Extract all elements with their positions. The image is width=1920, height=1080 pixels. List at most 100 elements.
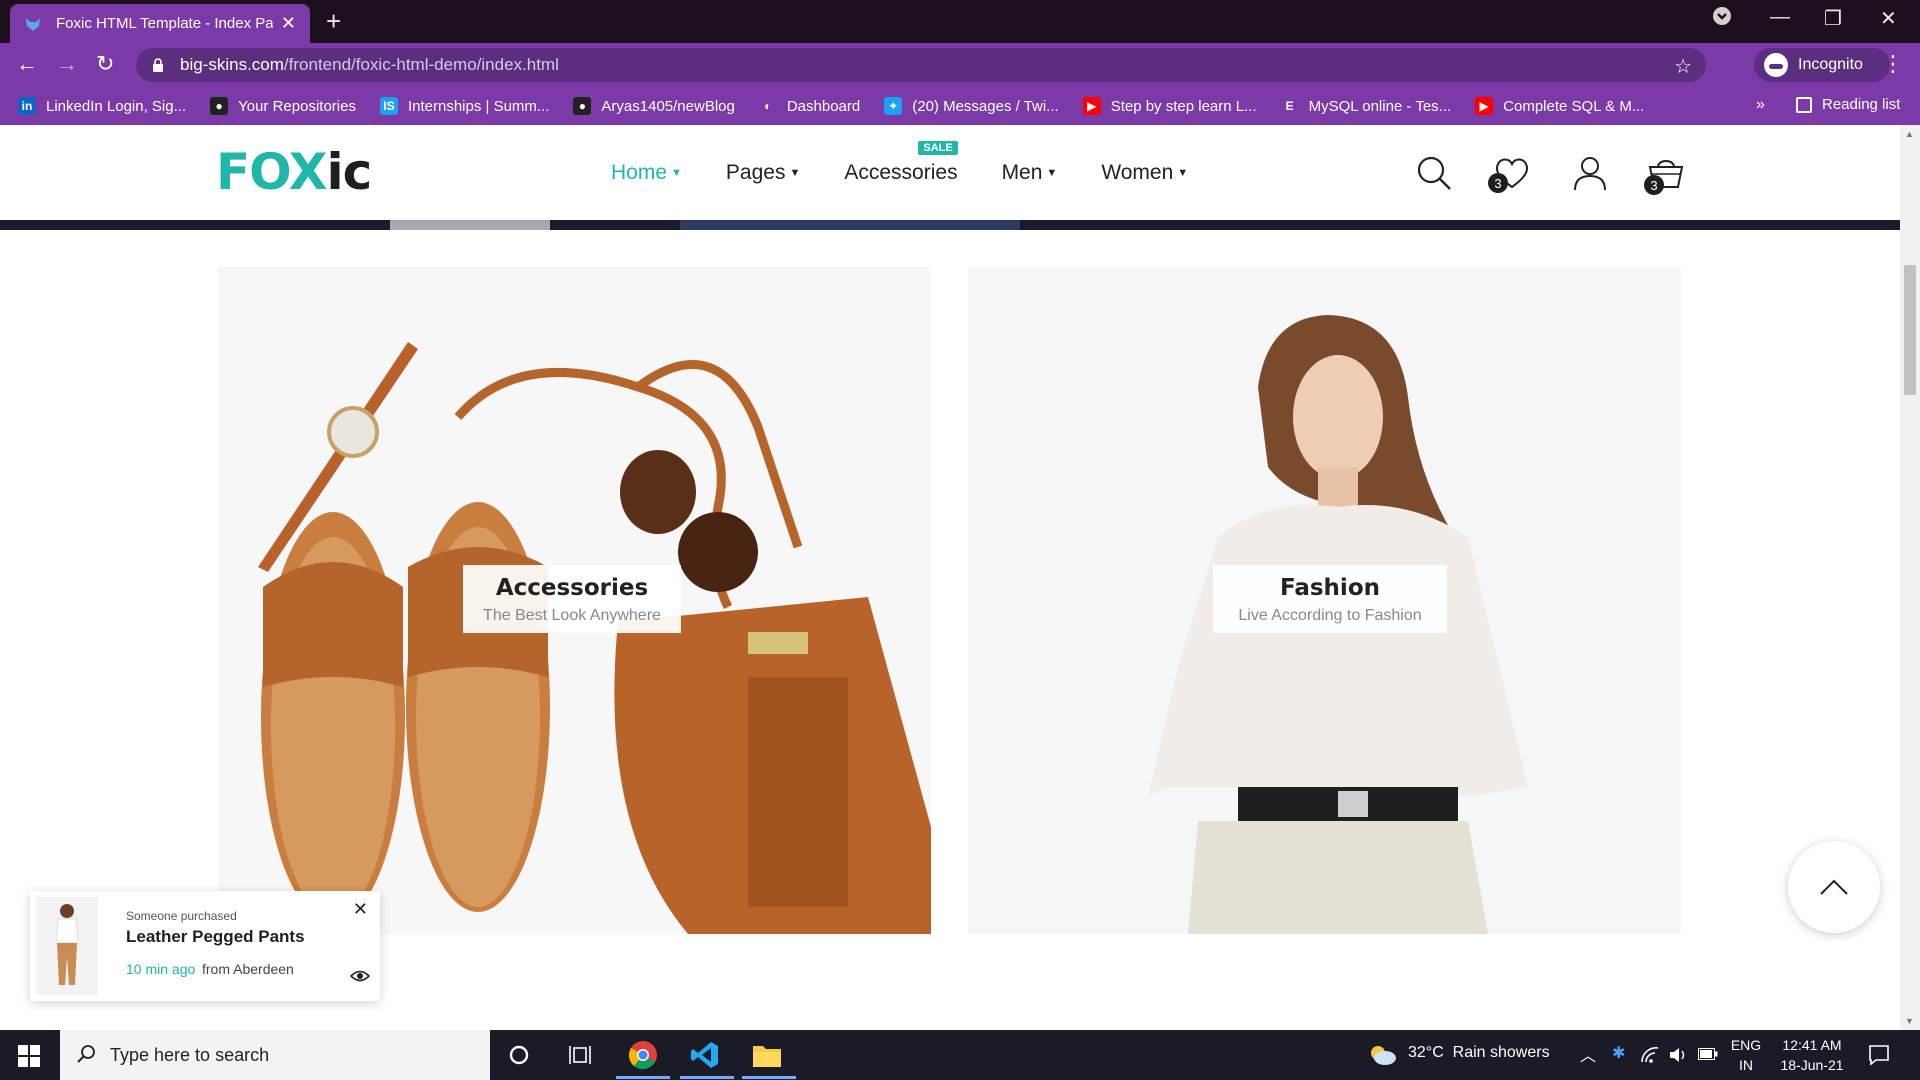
purchased-product-name[interactable]: Leather Pegged Pants — [126, 927, 305, 947]
purchase-notification[interactable]: Someone purchased Leather Pegged Pants 1… — [30, 891, 380, 1001]
github-icon: ● — [210, 97, 229, 115]
globe-icon: ◐ — [764, 99, 772, 113]
page-scrollbar[interactable]: ▲ ▼ — [1900, 125, 1920, 1030]
menu-item-pages[interactable]: Pages ▼ — [726, 161, 800, 185]
eye-icon[interactable] — [350, 969, 370, 983]
bookmark-label: Aryas1405/newBlog — [601, 97, 735, 115]
tray-overflow-icon[interactable]: ︿ — [1580, 1042, 1596, 1066]
bookmarks-overflow-icon[interactable]: » — [1756, 96, 1765, 114]
menu-item-home[interactable]: Home ▼ — [611, 161, 682, 185]
minimize-icon[interactable]: — — [1770, 6, 1790, 29]
chevron-up-icon — [1820, 879, 1848, 895]
site-header: FOXic Home ▼ Pages ▼ SALE Accessories Men ▼… — [0, 125, 1900, 220]
incognito-icon — [1764, 53, 1788, 77]
bookmark-item[interactable]: ▶ Step by step learn L... — [1082, 97, 1257, 115]
bookmark-item[interactable]: E MySQL online - Tes... — [1281, 97, 1452, 115]
bookmark-star-icon[interactable]: ☆ — [1674, 54, 1692, 79]
scroll-down-arrow-icon[interactable]: ▼ — [1905, 1016, 1914, 1026]
category-title: Accessories — [495, 575, 649, 601]
tab-title: Foxic HTML Template - Index Pag — [56, 15, 273, 32]
logo-part-ic: ic — [326, 143, 372, 201]
menu-item-men[interactable]: Men ▼ — [1002, 161, 1058, 185]
bookmark-item[interactable]: ● Aryas1405/newBlog — [573, 97, 735, 115]
site-logo[interactable]: FOXic — [216, 143, 372, 201]
logo-part-fox: FOX — [216, 143, 327, 201]
menu-item-women[interactable]: Women ▼ — [1101, 161, 1188, 185]
sale-badge: SALE — [918, 141, 958, 155]
category-subtitle: Live According to Fashion — [1238, 607, 1422, 624]
clock-date: 18-Jun-21 — [1780, 1057, 1844, 1073]
windows-start-icon[interactable] — [18, 1045, 40, 1067]
bookmark-item[interactable]: ◐ Dashboard — [759, 97, 860, 115]
reading-list-button[interactable]: Reading list — [1796, 96, 1900, 113]
clock-time: 12:41 AM — [1782, 1037, 1842, 1053]
wifi-icon[interactable] — [1640, 1046, 1660, 1064]
bookmark-label: Complete SQL & M... — [1503, 97, 1645, 115]
tab-close-icon[interactable]: ✕ — [281, 13, 296, 34]
purchase-location: from Aberdeen — [202, 961, 294, 977]
bookmark-item[interactable]: ✦ (20) Messages / Twi... — [884, 97, 1059, 115]
bookmark-item[interactable]: in LinkedIn Login, Sig... — [18, 97, 186, 115]
browser-toolbar: ← → ↻ big-skins.com /frontend/foxic-html… — [0, 43, 1920, 87]
battery-icon[interactable] — [1698, 1048, 1718, 1060]
task-view-icon[interactable] — [563, 1038, 597, 1072]
incognito-indicator[interactable]: Incognito — [1754, 48, 1890, 82]
clock[interactable]: 12:41 AM 18-Jun-21 — [1776, 1035, 1848, 1075]
region-code: IN — [1739, 1057, 1753, 1073]
reading-list-label: Reading list — [1822, 96, 1901, 113]
bluetooth-icon[interactable]: ✱ — [1612, 1043, 1625, 1063]
search-icon[interactable] — [1414, 153, 1454, 193]
chevron-down-icon: ▼ — [1046, 167, 1058, 180]
purchase-intro: Someone purchased — [126, 909, 237, 923]
twitter-icon: ✦ — [884, 97, 903, 115]
weather-cloud-icon — [1371, 1046, 1396, 1065]
category-card-accessories[interactable]: Accessories The Best Look Anywhere — [218, 267, 931, 934]
chrome-taskbar-icon[interactable] — [626, 1038, 660, 1072]
window-close-icon[interactable]: ✕ — [1880, 6, 1897, 31]
search-icon — [77, 1045, 95, 1063]
bookmark-item[interactable]: IS Internships | Summ... — [379, 97, 549, 115]
tab-search-icon[interactable] — [1712, 6, 1732, 32]
browser-menu-icon[interactable]: ⋮ — [1882, 51, 1904, 77]
address-bar[interactable]: big-skins.com /frontend/foxic-html-demo/… — [136, 48, 1706, 82]
scrollbar-thumb[interactable] — [1904, 265, 1916, 395]
wishlist-button[interactable]: 3 — [1488, 153, 1532, 193]
user-account-icon[interactable] — [1570, 153, 1610, 193]
category-title: Fashion — [1279, 575, 1380, 601]
bookmark-label: Your Repositories — [238, 97, 356, 115]
taskbar-search-box[interactable]: Type here to search — [60, 1030, 490, 1080]
forward-arrow-icon[interactable]: → — [56, 51, 78, 77]
restore-icon[interactable]: ❐ — [1824, 6, 1842, 31]
youtube-icon: ▶ — [1475, 97, 1494, 115]
language-indicator[interactable]: ENG IN — [1728, 1035, 1764, 1075]
file-explorer-icon[interactable] — [750, 1038, 784, 1072]
language-code: ENG — [1730, 1037, 1762, 1053]
category-card-fashion[interactable]: Fashion Live According to Fashion — [968, 267, 1681, 934]
bookmark-item[interactable]: ▶ Complete SQL & M... — [1475, 97, 1644, 115]
scroll-up-arrow-icon[interactable]: ▲ — [1905, 129, 1914, 139]
browser-tab[interactable]: Foxic HTML Template - Index Pag ✕ — [10, 4, 310, 43]
github-icon: ● — [573, 97, 592, 115]
cart-button[interactable]: 3 — [1644, 153, 1686, 195]
back-to-top-button[interactable] — [1788, 841, 1880, 933]
category-label: Fashion Live According to Fashion — [1213, 565, 1447, 633]
vscode-taskbar-icon[interactable] — [688, 1038, 722, 1072]
vscode-active-indicator — [680, 1076, 734, 1079]
chrome-active-indicator — [616, 1076, 670, 1079]
bookmark-item[interactable]: ● Your Repositories — [210, 97, 356, 115]
taskbar-search-placeholder: Type here to search — [110, 1044, 270, 1065]
menu-item-accessories[interactable]: SALE Accessories — [844, 141, 958, 185]
chevron-down-icon: ▼ — [789, 167, 801, 180]
new-tab-button[interactable]: + — [326, 6, 341, 37]
reload-icon[interactable]: ↻ — [96, 51, 114, 77]
notifications-icon[interactable] — [1868, 1044, 1890, 1066]
weather-text[interactable]: 32°C Rain showers — [1408, 1044, 1550, 1062]
url-path: /frontend/foxic-html-demo/index.html — [283, 55, 559, 74]
volume-icon[interactable] — [1668, 1046, 1688, 1064]
back-arrow-icon[interactable]: ← — [16, 51, 38, 77]
close-icon[interactable]: ✕ — [353, 899, 368, 920]
linkedin-icon: in — [18, 97, 36, 115]
url-host: big-skins.com — [180, 55, 284, 74]
cortana-icon[interactable] — [502, 1038, 536, 1072]
bookmark-label: Dashboard — [786, 97, 861, 115]
